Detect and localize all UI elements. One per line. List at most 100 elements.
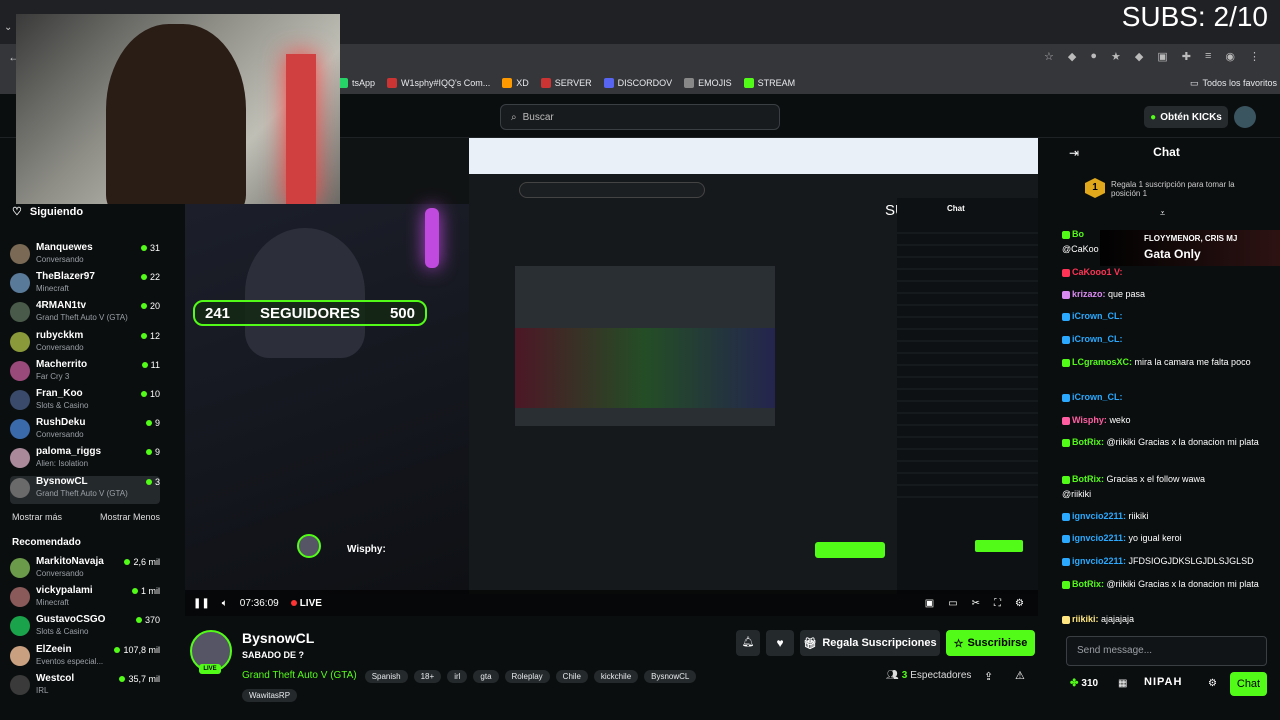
bookmark-item[interactable]: W1sphy#IQQ's Com... — [387, 78, 490, 88]
channel-viewer-count: 9 — [154, 447, 160, 458]
chevron-down-icon[interactable]: ⌄ — [4, 22, 12, 33]
star-icon[interactable]: ☆ — [1044, 50, 1054, 63]
stream-tag[interactable]: gta — [473, 670, 499, 683]
sidebar-channel[interactable]: ElZeein Eventos especial... 107,8 mil — [10, 644, 160, 672]
webcam-overlay — [16, 14, 340, 204]
more-vert-icon[interactable]: ⋮ — [1249, 50, 1260, 63]
sidebar-channel[interactable]: Fran_Koo Slots & Casino 10 — [10, 388, 160, 416]
extension-icon[interactable]: ◆ — [1135, 50, 1143, 63]
chat-username[interactable]: LCgramosXC: — [1072, 357, 1132, 367]
chat-username[interactable]: Wisphy: — [1072, 415, 1107, 425]
live-indicator: LIVE — [290, 598, 322, 609]
channel-name: Fran_Koo — [36, 388, 83, 399]
sidebar-channel[interactable]: paloma_riggs Alien: Isolation 9 — [10, 446, 160, 474]
chat-username[interactable]: CaKooo1 V: — [1072, 267, 1123, 277]
follow-button[interactable]: ♥ — [766, 630, 794, 656]
stream-tag[interactable]: irl — [447, 670, 468, 683]
puzzle-icon[interactable]: ✚ — [1182, 50, 1191, 63]
extension-icon[interactable]: ● — [1090, 50, 1097, 63]
bookmark-item[interactable]: tsApp — [338, 78, 375, 88]
sidebar-channel[interactable]: Westcol IRL 35,7 mil — [10, 673, 160, 701]
chat-message: ignvcio2211: yo igual keroi — [1062, 532, 1277, 544]
bookmark-item[interactable]: EMOJIS — [684, 78, 732, 88]
chat-username[interactable]: ignvcio2211: — [1072, 533, 1126, 543]
chat-username[interactable]: BotRix: — [1072, 437, 1104, 447]
sidebar-channel[interactable]: Manquewes Conversando 31 — [10, 242, 160, 270]
stream-tag[interactable]: BysnowCL — [644, 670, 697, 683]
bookmark-item[interactable]: STREAM — [743, 78, 795, 88]
pause-icon[interactable]: ❚❚ — [193, 598, 210, 609]
streamer-name[interactable]: BysnowCL — [242, 630, 314, 646]
user-avatar[interactable] — [1234, 106, 1256, 128]
chat-username[interactable]: BotRix: — [1072, 579, 1104, 589]
stream-tag[interactable]: kickchile — [593, 670, 639, 683]
bookmark-item[interactable]: XD — [502, 78, 529, 88]
volume-icon[interactable]: 🔈︎ — [222, 598, 228, 609]
sidebar-channel[interactable]: vickypalami Minecraft 1 mil — [10, 585, 160, 613]
chat-input[interactable]: Send message... — [1066, 636, 1267, 666]
chat-username[interactable]: iCrown_CL: — [1072, 334, 1123, 344]
sidebar-channel[interactable]: 4RMAN1tv Grand Theft Auto V (GTA) 20 — [10, 300, 160, 328]
clip-icon[interactable]: ✂ — [972, 598, 980, 609]
fullscreen-icon[interactable]: ⛶ — [994, 598, 1001, 609]
gift-subs-button[interactable]: 🎁︎ Regala Suscripciones — [800, 630, 940, 656]
chat-username[interactable]: ignvcio2211: — [1072, 556, 1126, 566]
channel-points[interactable]: ✤ 310 — [1070, 678, 1098, 689]
subscribe-label: Suscribirse — [967, 637, 1028, 649]
sidebar-channel[interactable]: RushDeku Conversando 9 — [10, 417, 160, 445]
gift-banner[interactable]: Regala 1 suscripción para tomar la posic… — [1111, 180, 1261, 198]
sidebar-channel[interactable]: MarkitoNavaja Conversando 2,6 mil — [10, 556, 160, 584]
stream-tag[interactable]: 18+ — [413, 670, 442, 683]
chat-message: @CaKoo — [1062, 243, 1277, 255]
menu-icon[interactable]: ≡ — [1205, 50, 1211, 63]
show-more-link[interactable]: Mostrar más — [12, 512, 62, 522]
sidebar-channel[interactable]: rubyckkm Conversando 12 — [10, 330, 160, 358]
chat-username[interactable]: BotRix: — [1072, 474, 1104, 484]
profile-icon[interactable]: ◉ — [1225, 50, 1235, 63]
search-input[interactable]: ⌕ Buscar — [500, 104, 780, 130]
share-icon[interactable]: ⇪ — [984, 670, 993, 683]
channel-name: rubyckkm — [36, 329, 84, 341]
stream-tag[interactable]: Chile — [555, 670, 588, 683]
chat-send-button[interactable]: Chat — [1230, 672, 1267, 696]
captured-streamer-avatar — [297, 534, 321, 558]
bookmark-item[interactable]: DISCORDOV — [603, 78, 672, 88]
bookmark-label: W1sphy#IQQ's Com... — [401, 78, 491, 88]
bookmark-item[interactable]: SERVER — [540, 78, 592, 88]
channel-viewers: 2,6 mil — [124, 557, 160, 567]
all-bookmarks[interactable]: ▭ Todos los favoritos — [1190, 78, 1277, 89]
chat-message: BotRix: @riikiki Gracias x la donacion m… — [1062, 578, 1277, 590]
sidebar-channel[interactable]: BysnowCL Grand Theft Auto V (GTA) 3 — [10, 475, 160, 504]
sidebar-channel[interactable]: TheBlazer97 Minecraft 22 — [10, 271, 160, 299]
subscribe-button[interactable]: ☆ Suscribirse — [946, 630, 1035, 656]
chat-username[interactable]: iCrown_CL: — [1072, 392, 1123, 402]
settings-icon[interactable]: ⚙ — [1015, 598, 1024, 609]
pip-icon[interactable]: ▣ — [925, 598, 934, 609]
extension-icon[interactable]: ▣ — [1157, 50, 1167, 63]
pin-icon[interactable]: ⩡ — [1160, 208, 1165, 219]
stream-tag[interactable]: Spanish — [364, 670, 408, 683]
stream-tag[interactable]: Roleplay — [504, 670, 550, 683]
settings-icon[interactable]: ⚙ — [1208, 678, 1217, 689]
extension-icon[interactable]: ◆ — [1068, 50, 1076, 63]
stream-tag[interactable]: WawitasRP — [242, 689, 298, 702]
report-icon[interactable]: ⚠ — [1015, 669, 1025, 682]
sidebar-channel[interactable]: GustavoCSGO Slots & Casino 370 — [10, 614, 160, 642]
chat-username[interactable]: ignvcio2211: — [1072, 511, 1126, 521]
show-less-link[interactable]: Mostrar Menos — [100, 512, 160, 522]
user-badge-icon — [1062, 580, 1070, 589]
star-icon[interactable]: ★ — [1111, 50, 1121, 63]
chat-text: @CaKoo — [1062, 244, 1099, 254]
notification-bell-button[interactable]: 🔔︎ — [736, 630, 760, 656]
chat-username[interactable]: Bo — [1072, 229, 1084, 239]
chat-username[interactable]: iCrown_CL: — [1072, 311, 1123, 321]
chat-username[interactable]: krizazo: — [1072, 289, 1106, 299]
stream-category-link[interactable]: Grand Theft Auto V (GTA) — [242, 670, 357, 681]
store-icon[interactable]: ▦ — [1118, 678, 1127, 689]
chat-username[interactable]: riikiki: — [1072, 614, 1099, 624]
video-player[interactable]: SUBS: 2/10 241 SEGUIDORES 500 Wisphy: Ch… — [185, 138, 1038, 616]
sidebar-channel[interactable]: Macherrito Far Cry 3 11 — [10, 359, 160, 387]
theater-icon[interactable]: ▭ — [948, 598, 957, 609]
chat-text: ajajajaja — [1101, 614, 1135, 624]
get-kicks-button[interactable]: ● Obtén KICKs — [1144, 106, 1228, 128]
